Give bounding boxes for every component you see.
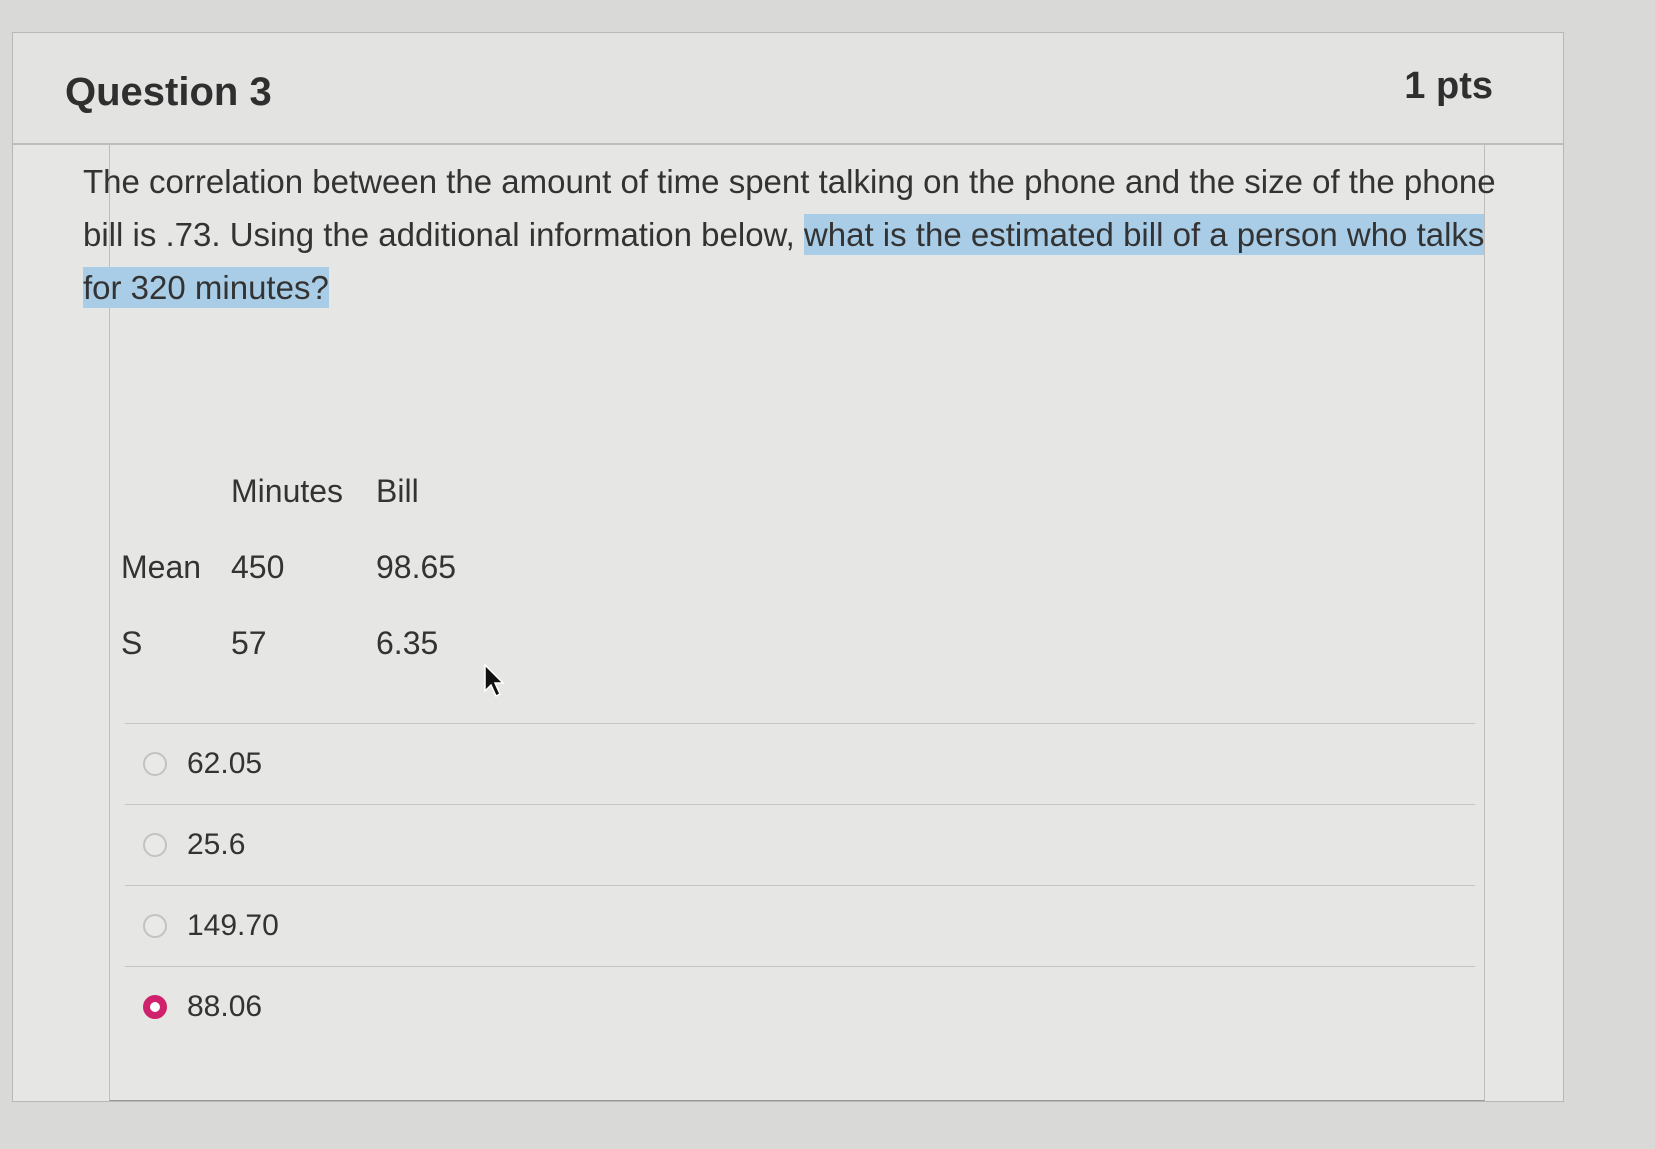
question-title: Question 3 <box>65 70 272 114</box>
table-header-cell: Minutes <box>231 472 344 509</box>
question-header: Question 3 1 pts <box>13 33 1563 145</box>
radio-button[interactable] <box>143 833 167 857</box>
radio-button[interactable] <box>143 914 167 938</box>
question-text: The correlation between the amount of ti… <box>83 155 1503 314</box>
answer-option[interactable]: 88.06 <box>125 966 1475 1047</box>
table-header-cell <box>121 453 231 529</box>
table-row: S 57 6.35 <box>121 605 496 681</box>
answer-label: 62.05 <box>187 747 263 780</box>
stats-table: Minutes Bill Mean 450 98.65 S 57 6.35 <box>121 453 496 681</box>
answer-label: 25.6 <box>187 828 246 861</box>
table-header-row: Minutes Bill <box>121 453 496 529</box>
question-card: Question 3 1 pts The correlation between… <box>12 32 1564 1102</box>
question-points: 1 pts <box>1404 65 1493 107</box>
table-row: Mean 450 98.65 <box>121 529 496 605</box>
table-cell: 57 <box>231 624 267 661</box>
answer-list: 62.05 25.6 149.70 88.06 <box>125 723 1475 1047</box>
answer-label: 149.70 <box>187 909 279 942</box>
table-cell: 450 <box>231 548 285 585</box>
radio-button[interactable] <box>143 752 167 776</box>
answer-label: 88.06 <box>187 990 263 1023</box>
table-cell: 98.65 <box>376 548 457 585</box>
table-header-cell: Bill <box>376 472 419 509</box>
table-cell: S <box>121 624 143 661</box>
answer-option[interactable]: 25.6 <box>125 804 1475 885</box>
answer-option[interactable]: 149.70 <box>125 885 1475 966</box>
table-cell: Mean <box>121 548 202 585</box>
table-cell: 6.35 <box>376 624 439 661</box>
answer-option[interactable]: 62.05 <box>125 723 1475 804</box>
mouse-pointer-icon <box>484 663 505 698</box>
radio-button-selected[interactable] <box>143 995 167 1019</box>
